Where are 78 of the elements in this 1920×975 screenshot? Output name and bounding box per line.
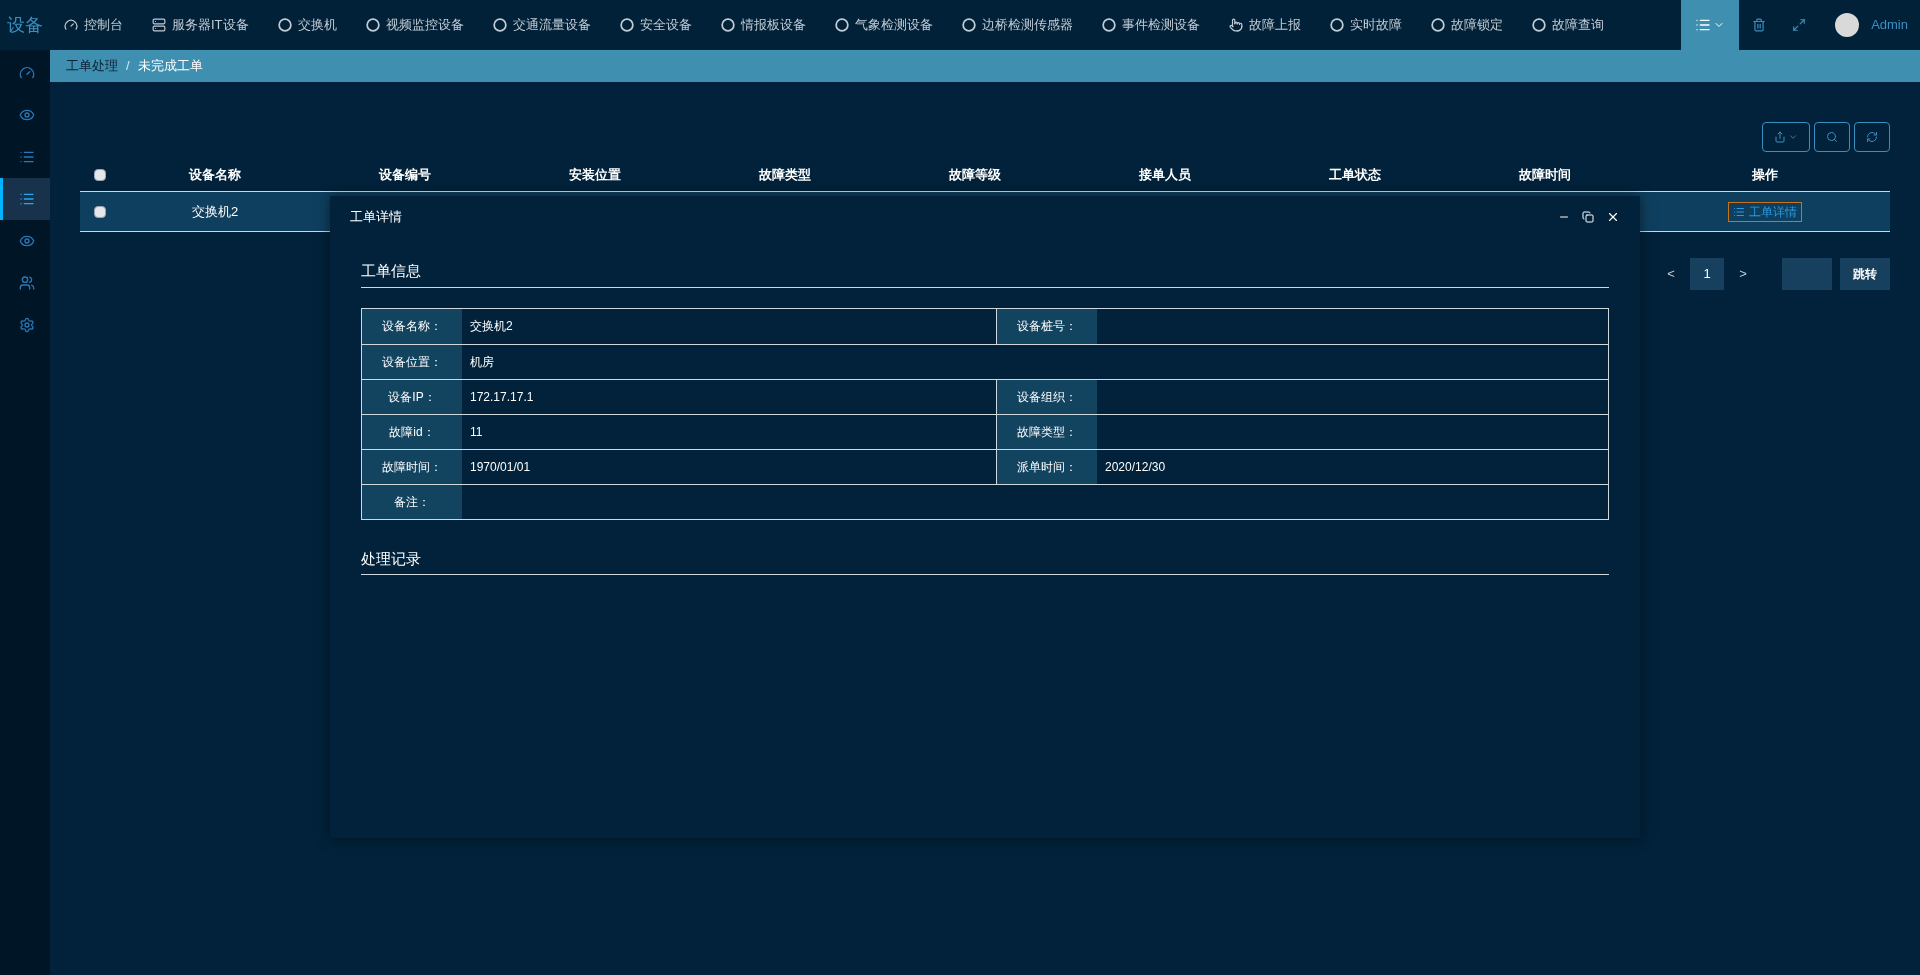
gauge-icon <box>64 18 78 32</box>
field-value: 交换机2 <box>469 318 514 335</box>
circle-icon <box>1430 18 1445 32</box>
search-icon <box>1826 131 1838 143</box>
circle-icon <box>1531 18 1546 32</box>
trash-icon <box>1752 18 1767 32</box>
refresh-button[interactable] <box>1854 122 1890 152</box>
next-page-button[interactable]: > <box>1728 258 1758 290</box>
field-label: 故障时间： <box>362 449 462 484</box>
dialog-title: 工单详情 <box>350 208 402 227</box>
circle-icon <box>492 18 507 32</box>
breadcrumb-link[interactable]: 工单处理 <box>66 56 118 76</box>
refresh-icon <box>1866 131 1878 143</box>
eye-icon <box>18 107 35 123</box>
column-header: 故障等级 <box>948 165 1002 184</box>
gauge-icon <box>18 65 35 81</box>
avatar[interactable] <box>1835 13 1860 37</box>
column-header: 故障类型 <box>758 165 812 184</box>
field-label: 故障id： <box>362 414 462 449</box>
server-icon <box>152 18 166 32</box>
checkbox[interactable] <box>94 168 106 181</box>
close-icon[interactable] <box>1606 210 1620 224</box>
settings-icon <box>18 317 35 333</box>
users-icon <box>18 275 35 291</box>
export-button[interactable] <box>1762 122 1810 152</box>
menu-icon <box>1695 17 1712 33</box>
field-label: 设备IP： <box>362 379 462 414</box>
detail-button[interactable]: 工单详情 <box>1728 201 1802 222</box>
field-label: 备注： <box>362 484 462 519</box>
breadcrumb-link[interactable]: 未完成工单 <box>137 56 203 76</box>
hand-pointer-icon <box>1228 18 1243 32</box>
page-button[interactable]: 1 <box>1690 258 1724 290</box>
circle-icon <box>365 18 380 32</box>
field-value: 机房 <box>469 353 495 371</box>
circle-icon <box>1101 18 1116 32</box>
field-label: 设备位置： <box>362 344 462 379</box>
list-icon <box>18 149 35 165</box>
circle-icon <box>834 18 849 32</box>
fullscreen-icon <box>1792 18 1807 32</box>
field-label: 设备组织： <box>997 379 1097 414</box>
circle-icon <box>1329 18 1344 32</box>
circle-icon <box>720 18 735 32</box>
user-name[interactable]: Admin <box>1871 15 1908 35</box>
field-value: 172.17.17.1 <box>469 388 535 406</box>
list-icon <box>18 191 35 207</box>
circle-icon <box>277 18 292 32</box>
search-button[interactable] <box>1814 122 1850 152</box>
section-heading: 工单信息 <box>361 260 1609 288</box>
checkbox[interactable] <box>94 205 106 218</box>
column-header: 接单人员 <box>1138 165 1192 184</box>
prev-page-button[interactable]: < <box>1656 258 1686 290</box>
field-label: 派单时间： <box>997 449 1097 484</box>
list-icon <box>1733 205 1745 218</box>
caret-icon <box>1788 132 1798 142</box>
column-header: 故障时间 <box>1518 165 1572 184</box>
column-header: 设备名称 <box>188 165 242 184</box>
brand-title: 设备 <box>6 13 44 37</box>
column-header: 操作 <box>1751 165 1779 184</box>
table-cell-text: 交换机2 <box>190 202 240 221</box>
restore-icon[interactable] <box>1582 211 1594 223</box>
page-input[interactable] <box>1782 258 1832 290</box>
breadcrumb-separator: / <box>126 57 130 76</box>
field-value: 1970/01/01 <box>469 458 532 476</box>
column-header: 安装位置 <box>568 165 622 184</box>
jump-button[interactable]: 跳转 <box>1840 258 1890 290</box>
field-label: 故障类型： <box>997 414 1097 449</box>
field-label: 设备桩号： <box>997 308 1097 344</box>
circle-icon <box>961 18 976 32</box>
section-heading: 处理记录 <box>361 547 1609 575</box>
eye-icon <box>18 233 35 249</box>
column-header: 工单状态 <box>1328 165 1382 184</box>
field-value: 2020/12/30 <box>1104 458 1167 476</box>
field-label: 设备名称： <box>362 308 462 344</box>
field-value: 11 <box>469 423 484 441</box>
circle-icon <box>619 18 634 32</box>
share-icon <box>1774 131 1786 143</box>
column-header: 设备编号 <box>378 165 432 184</box>
sidebar-item[interactable] <box>0 178 50 220</box>
